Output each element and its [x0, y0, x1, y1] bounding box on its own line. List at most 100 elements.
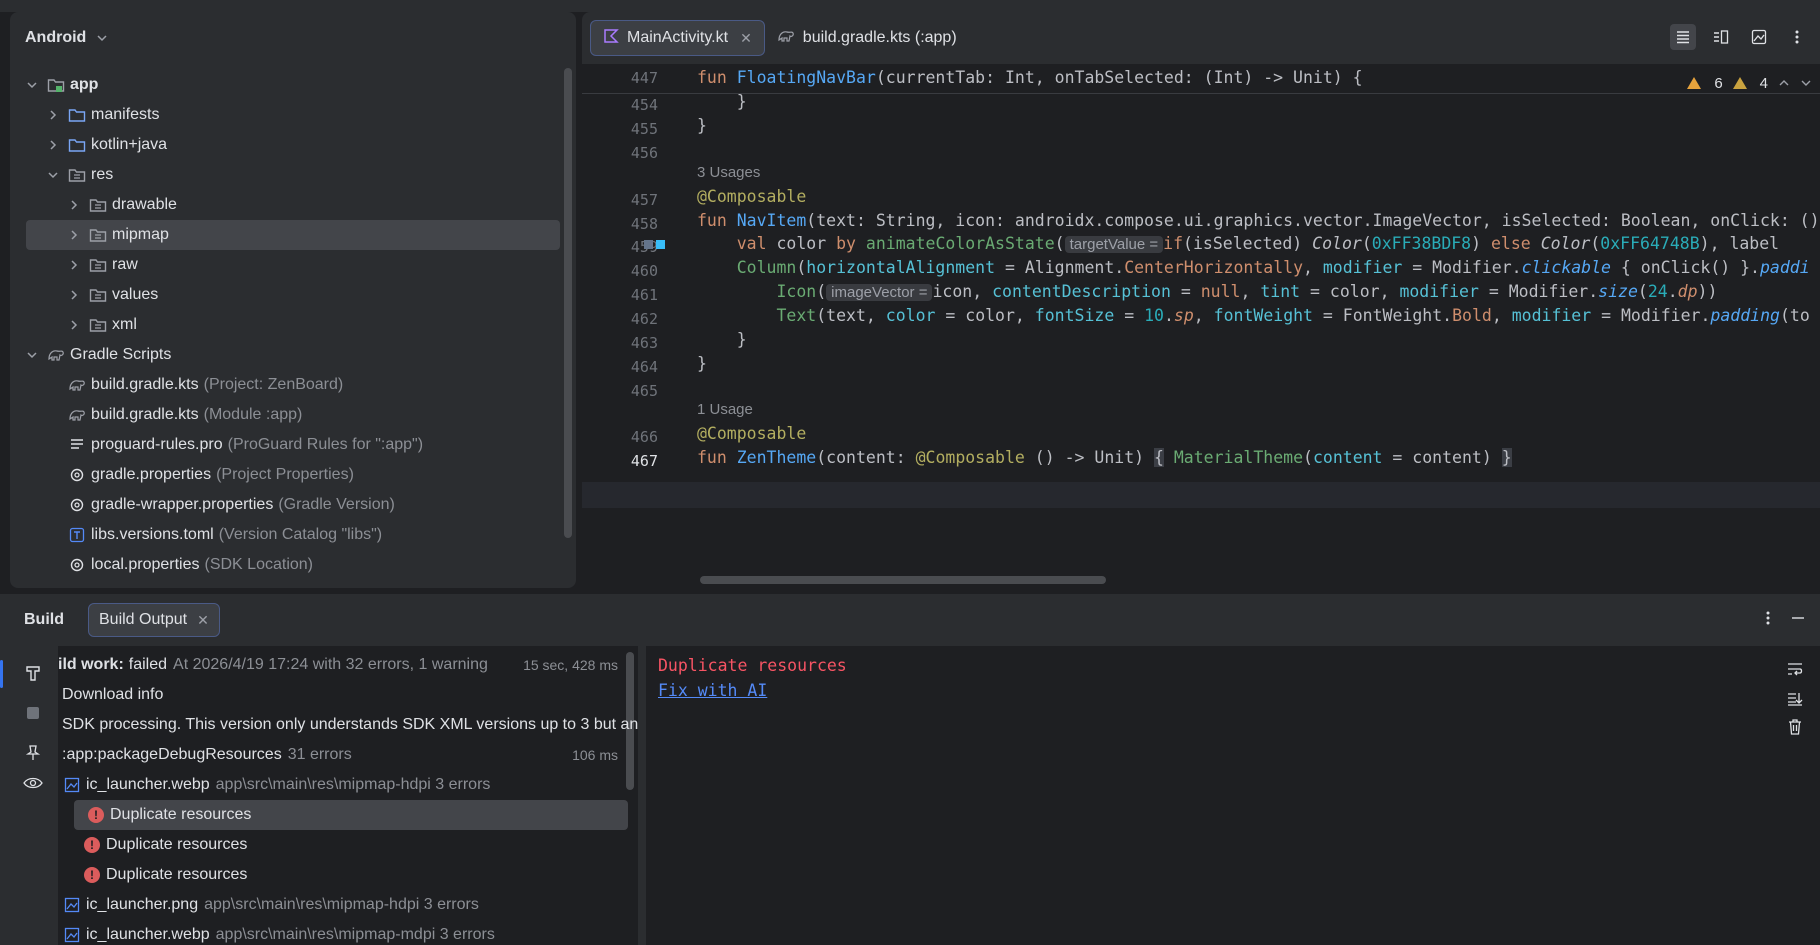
tab-build-output[interactable]: Build Output ✕	[88, 603, 220, 637]
stop-icon[interactable]	[22, 702, 44, 724]
build-tree-row[interactable]: ild work: failed At 2026/4/19 17:24 with 3…	[58, 650, 638, 680]
build-tree-row[interactable]: ic_launcher.webp app\src\main\res\mipmap-…	[58, 920, 638, 945]
build-tree-row[interactable]: SDK processing. This version only unders…	[58, 710, 638, 740]
tree-item-hint: (Project: ZenBoard)	[203, 376, 344, 393]
tree-item-local-properties[interactable]: local.properties (SDK Location)	[10, 550, 562, 580]
line-number: 455	[630, 120, 658, 138]
build-tree-row[interactable]: ic_launcher.webp app\src\main\res\mipmap-…	[58, 770, 638, 800]
usages-hint[interactable]: 3 Usages	[697, 164, 760, 181]
tree-item-libs-versions-toml[interactable]: libs.versions.toml (Version Catalog "libs…	[10, 520, 562, 550]
build-header: Build Build Output ✕	[0, 594, 1820, 646]
tree-item-res[interactable]: res	[10, 160, 562, 190]
soft-wrap-icon[interactable]	[1784, 658, 1806, 680]
build-tree-row[interactable]: ! Duplicate resources	[74, 800, 628, 830]
error-icon: !	[84, 867, 100, 883]
chevron-up-icon[interactable]	[1778, 74, 1790, 92]
tree-item-kotlin-java[interactable]: kotlin+java	[10, 130, 562, 160]
build-row-text: Duplicate resources	[110, 806, 252, 823]
project-scrollbar[interactable]	[564, 68, 572, 538]
code-line-466: @Composable	[697, 424, 807, 443]
tree-item-manifests[interactable]: manifests	[10, 100, 562, 130]
tree-item-build-gradle-kts[interactable]: build.gradle.kts (Project: ZenBoard)	[10, 370, 562, 400]
tree-item-proguard-rules-pro[interactable]: proguard-rules.pro (ProGuard Rules for ":…	[10, 430, 562, 460]
color-swatch-sky[interactable]	[656, 240, 665, 249]
build-tree-row[interactable]: ! Duplicate resources	[58, 860, 638, 890]
sticky-code: fun FloatingNavBar(currentTab: Int, onTa…	[697, 68, 1363, 87]
tree-item-hint: (ProGuard Rules for ":app")	[227, 436, 424, 453]
fix-with-ai-link[interactable]: Fix with AI	[658, 681, 767, 700]
build-tree-row[interactable]: ! Duplicate resources	[58, 830, 638, 860]
tree-item-app[interactable]: app	[10, 70, 562, 100]
eye-icon[interactable]	[22, 772, 44, 794]
chevron-right-icon[interactable]	[66, 317, 82, 333]
tree-item-label: local.properties	[91, 556, 200, 573]
project-view-selector[interactable]: Android	[10, 12, 576, 64]
tree-item-label: app	[70, 76, 99, 93]
sticky-scope-header[interactable]: 447 fun FloatingNavBar(currentTab: Int, …	[582, 64, 1820, 94]
minimize-icon[interactable]	[1790, 610, 1806, 630]
project-view-title: Android	[25, 29, 87, 46]
chevron-right-icon[interactable]	[66, 287, 82, 303]
chevron-right-icon[interactable]	[66, 257, 82, 273]
usages-hint[interactable]: 1 Usage	[697, 401, 753, 418]
tree-item-mipmap[interactable]: mipmap	[26, 220, 560, 250]
code-editor[interactable]: 4544554564574584594604614624634644654664…	[582, 64, 1820, 588]
chevron-right-icon[interactable]	[66, 197, 82, 213]
splitter[interactable]	[638, 646, 646, 945]
build-output-console[interactable]: Duplicate resources Fix with AI	[646, 646, 1770, 945]
close-icon[interactable]: ✕	[740, 30, 752, 47]
horizontal-scrollbar[interactable]	[700, 576, 1106, 584]
code-line-467: fun ZenTheme(content: @Composable () -> …	[697, 448, 1512, 467]
tree-item-values[interactable]: values	[10, 280, 562, 310]
tree-item-xml[interactable]: xml	[10, 310, 562, 340]
chevron-down-icon[interactable]	[24, 347, 40, 363]
tab-mainactivity[interactable]: MainActivity.kt ✕	[590, 20, 765, 56]
more-options-icon[interactable]	[1766, 610, 1770, 630]
error-icon: !	[88, 807, 104, 823]
trash-icon[interactable]	[1784, 716, 1806, 738]
build-status: failed	[128, 656, 168, 673]
scroll-to-end-icon[interactable]	[1784, 688, 1806, 710]
tree-item-label: mipmap	[112, 226, 169, 243]
more-options-icon[interactable]	[1784, 24, 1810, 50]
build-row-text: ild work:	[58, 656, 124, 673]
tree-item-raw[interactable]: raw	[10, 250, 562, 280]
code-view-icon[interactable]	[1670, 24, 1696, 50]
split-view-icon[interactable]	[1708, 24, 1734, 50]
tree-item-label: gradle.properties	[91, 466, 212, 483]
build-tree-row[interactable]: :app:packageDebugResources 31 errors 106 m…	[58, 740, 638, 770]
tree-item-build-gradle-kts[interactable]: build.gradle.kts (Module :app)	[10, 400, 562, 430]
tree-item-drawable[interactable]: drawable	[10, 190, 562, 220]
tree-item-hint: (Module :app)	[203, 406, 303, 423]
hammer-icon[interactable]	[22, 662, 44, 684]
chevron-down-icon[interactable]	[24, 77, 40, 93]
resource-folder-icon	[88, 286, 108, 304]
tree-item-gradle-properties[interactable]: gradle.properties (Project Properties)	[10, 460, 562, 490]
build-row-text: :app:packageDebugResources	[62, 746, 282, 763]
image-file-icon	[64, 777, 80, 793]
chevron-right-icon[interactable]	[45, 107, 61, 123]
design-view-icon[interactable]	[1746, 24, 1772, 50]
settings-file-icon	[67, 496, 87, 514]
image-file-icon	[64, 897, 80, 913]
pin-icon[interactable]	[22, 742, 44, 764]
build-tree-row[interactable]: ic_launcher.png app\src\main\res\mipmap-h…	[58, 890, 638, 920]
close-icon[interactable]: ✕	[197, 612, 209, 629]
tree-item-gradle-wrapper-properties[interactable]: gradle-wrapper.properties (Gradle Version…	[10, 490, 562, 520]
tab-build-gradle[interactable]: build.gradle.kts (:app)	[765, 20, 969, 56]
color-swatch-gray[interactable]	[644, 240, 653, 249]
line-number: 458	[630, 215, 658, 233]
build-tree-row[interactable]: Download info	[58, 680, 638, 710]
build-header-actions	[1766, 610, 1806, 630]
chevron-right-icon[interactable]	[45, 137, 61, 153]
chevron-down-icon[interactable]	[1800, 74, 1812, 92]
tree-item-gradle-scripts[interactable]: Gradle Scripts	[10, 340, 562, 370]
chevron-right-icon[interactable]	[66, 227, 82, 243]
chevron-down-icon[interactable]	[45, 167, 61, 183]
tree-item-label: manifests	[91, 106, 160, 123]
editor-view-toolbar	[1670, 24, 1810, 50]
inspection-widget[interactable]: 6 4	[1687, 74, 1812, 92]
